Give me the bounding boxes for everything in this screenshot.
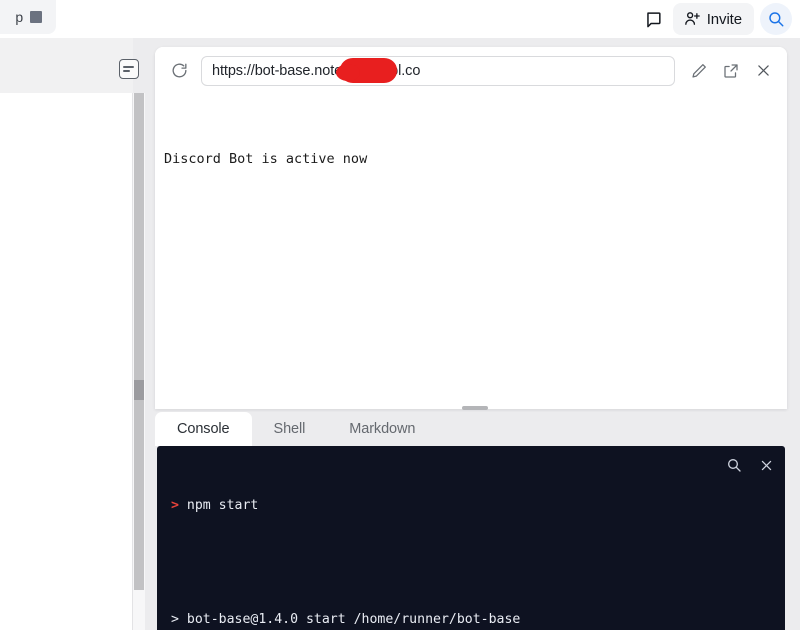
panel-toggle-line-2: [123, 70, 130, 73]
editor-scrollbar-thumb-lower[interactable]: [134, 400, 144, 590]
editor-scrollbar-thumb-marker[interactable]: [134, 380, 144, 400]
pencil-icon: [692, 63, 706, 78]
console-blank-1: [171, 553, 725, 572]
top-header-bar: p Invite: [0, 0, 800, 38]
workspace-tab[interactable]: p: [0, 0, 56, 34]
console-command-line: > npm start: [171, 496, 725, 515]
person-add-icon: [684, 12, 700, 25]
tab-console[interactable]: Console: [155, 412, 252, 446]
panel-resize-handle[interactable]: [462, 406, 488, 410]
console-toolbar: [723, 454, 777, 476]
console-command: npm start: [186, 498, 259, 513]
webview-page-text: Discord Bot is active now: [164, 151, 368, 167]
search-icon: [728, 459, 741, 472]
workspace-tab-label: p: [15, 9, 23, 25]
invite-button[interactable]: Invite: [672, 3, 754, 35]
square-icon: [30, 11, 42, 23]
search-icon: [769, 12, 784, 27]
open-external-button[interactable]: [717, 57, 745, 85]
editor-pane-header: [0, 38, 133, 93]
chat-bubble-icon: [647, 11, 661, 27]
panel-toggle-icon[interactable]: [119, 59, 139, 79]
replit-workspace: p Invite https://bot-base.note repl.co D…: [0, 0, 800, 630]
editor-scrollbar-thumb-upper[interactable]: [134, 93, 144, 386]
edit-url-button[interactable]: [685, 57, 713, 85]
console-right-gutter: [785, 446, 800, 630]
webview-url-bar: [155, 47, 787, 94]
console-line-0: > bot-base@1.4.0 start /home/runner/bot-…: [171, 612, 521, 627]
reload-icon: [172, 63, 187, 78]
header-actions: Invite: [637, 2, 792, 36]
close-webview-button[interactable]: [749, 57, 777, 85]
console-close-button[interactable]: [755, 454, 777, 476]
console-prompt-symbol: >: [171, 498, 179, 513]
bottom-tabstrip: Console Shell Markdown: [155, 412, 787, 446]
header-search-button[interactable]: [760, 3, 792, 35]
console-output[interactable]: > npm start > bot-base@1.4.0 start /home…: [171, 458, 725, 630]
reload-button[interactable]: [165, 57, 193, 85]
url-input[interactable]: [201, 55, 675, 86]
close-icon: [761, 460, 771, 470]
url-input-wrap: [201, 55, 675, 86]
console-search-button[interactable]: [723, 454, 745, 476]
tab-shell[interactable]: Shell: [252, 412, 328, 446]
console-panel: > npm start > bot-base@1.4.0 start /home…: [157, 446, 785, 630]
close-icon: [757, 65, 769, 76]
invite-label: Invite: [706, 10, 742, 28]
webview-pane: Discord Bot is active now: [155, 47, 787, 409]
webview-content: Discord Bot is active now: [155, 94, 787, 409]
open-external-icon: [724, 63, 738, 78]
chat-button[interactable]: [637, 3, 671, 35]
panel-toggle-line-1: [123, 65, 134, 68]
tab-markdown[interactable]: Markdown: [327, 412, 437, 446]
editor-pane-body: [0, 93, 133, 630]
